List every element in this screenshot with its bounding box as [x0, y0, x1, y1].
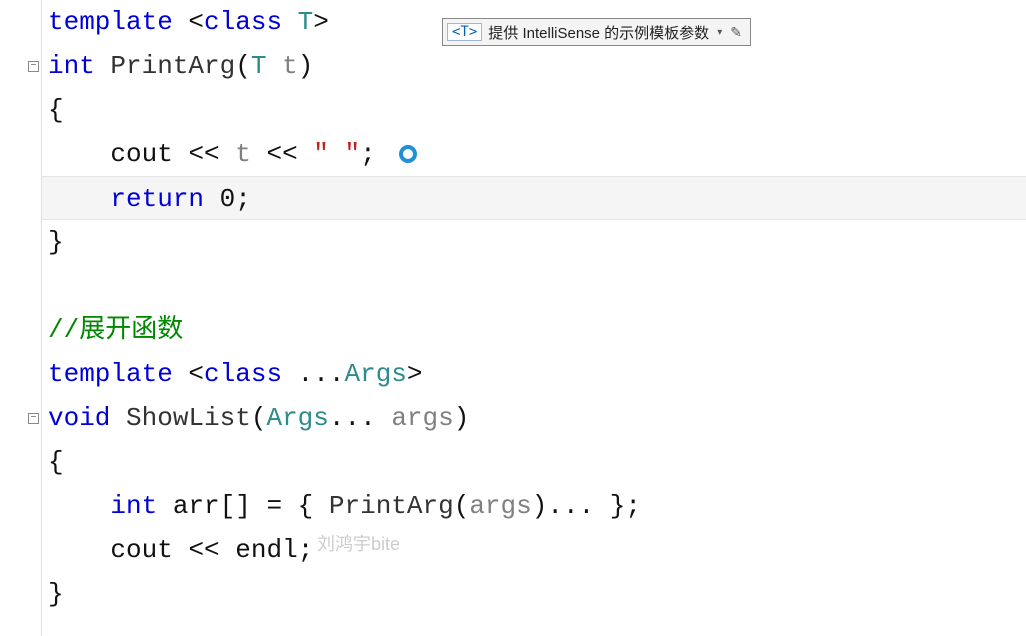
punct: > [313, 7, 329, 37]
code-editor[interactable]: − − template <class T> int PrintArg(T t)… [0, 0, 1026, 636]
fold-toggle-icon[interactable]: − [28, 413, 39, 424]
type-param: Args [266, 403, 328, 433]
punct: ... [298, 359, 345, 389]
punct: ; [235, 184, 251, 214]
keyword: int [48, 51, 95, 81]
operator: << [173, 139, 235, 169]
type-param: T [298, 7, 314, 37]
space [95, 51, 111, 81]
punct: ( [235, 51, 251, 81]
gutter: − − [0, 0, 42, 636]
punct: ... [547, 491, 609, 521]
punct: ; [360, 139, 376, 169]
space [282, 359, 298, 389]
type-param-badge: <T> [447, 23, 482, 41]
indent [48, 491, 110, 521]
space [282, 7, 298, 37]
operator: << [251, 139, 313, 169]
brace: } [48, 227, 64, 257]
code-line[interactable]: } [48, 572, 1026, 616]
code-line[interactable]: //展开函数 [48, 308, 1026, 352]
code-line[interactable]: } [48, 220, 1026, 264]
punct: }; [610, 491, 641, 521]
keyword: int [110, 491, 157, 521]
quick-action-icon[interactable] [399, 145, 417, 163]
keyword: return [110, 184, 204, 214]
code-line[interactable] [48, 264, 1026, 308]
type-param: T [251, 51, 267, 81]
indent [48, 139, 110, 169]
code-line-active[interactable]: return 0; [42, 176, 1026, 220]
type-param: Args [344, 359, 406, 389]
param: t [235, 139, 251, 169]
punct: > [407, 359, 423, 389]
code-line[interactable]: cout << t << " "; [48, 132, 1026, 176]
code-line[interactable]: { [48, 88, 1026, 132]
keyword: template [48, 7, 173, 37]
indent [48, 535, 110, 565]
punct: = { [251, 491, 329, 521]
keyword: void [48, 403, 110, 433]
punct: ) [532, 491, 548, 521]
chevron-down-icon[interactable]: ▾ [713, 27, 726, 38]
space [110, 403, 126, 433]
identifier: cout [110, 535, 172, 565]
punct: ) [298, 51, 314, 81]
intellisense-tooltip[interactable]: <T> 提供 IntelliSense 的示例模板参数 ▾ ✎ [442, 18, 751, 46]
param: t [282, 51, 298, 81]
function-name: PrintArg [329, 491, 454, 521]
punct: < [173, 359, 204, 389]
identifier: endl [235, 535, 297, 565]
punct: ... [329, 403, 391, 433]
number: 0 [220, 184, 236, 214]
punct: < [173, 7, 204, 37]
edit-icon[interactable]: ✎ [726, 24, 746, 41]
param: args [391, 403, 453, 433]
space [157, 491, 173, 521]
function-name: PrintArg [110, 51, 235, 81]
space [204, 184, 220, 214]
punct: ) [454, 403, 470, 433]
punct: ; [298, 535, 314, 565]
punct: ( [251, 403, 267, 433]
code-line[interactable]: int arr[] = { PrintArg(args)... }; [48, 484, 1026, 528]
string-literal: " " [313, 139, 360, 169]
brace: { [48, 447, 64, 477]
code-line[interactable]: void ShowList(Args... args) [48, 396, 1026, 440]
fold-toggle-icon[interactable]: − [28, 61, 39, 72]
code-line[interactable]: { [48, 440, 1026, 484]
brace: } [48, 579, 64, 609]
code-line[interactable]: int PrintArg(T t) [48, 44, 1026, 88]
keyword: template [48, 359, 173, 389]
identifier: cout [110, 139, 172, 169]
punct: [] [220, 491, 251, 521]
space [266, 51, 282, 81]
code-line[interactable]: cout << endl; [48, 528, 1026, 572]
identifier: arr [173, 491, 220, 521]
tooltip-text: 提供 IntelliSense 的示例模板参数 [488, 22, 713, 43]
code-area[interactable]: template <class T> int PrintArg(T t) { c… [42, 0, 1026, 636]
keyword: class [204, 7, 282, 37]
keyword: class [204, 359, 282, 389]
function-name: ShowList [126, 403, 251, 433]
param: args [469, 491, 531, 521]
brace: { [48, 95, 64, 125]
comment: //展开函数 [48, 315, 183, 345]
punct: ( [454, 491, 470, 521]
code-line[interactable]: template <class ...Args> [48, 352, 1026, 396]
indent [48, 184, 110, 214]
operator: << [173, 535, 235, 565]
